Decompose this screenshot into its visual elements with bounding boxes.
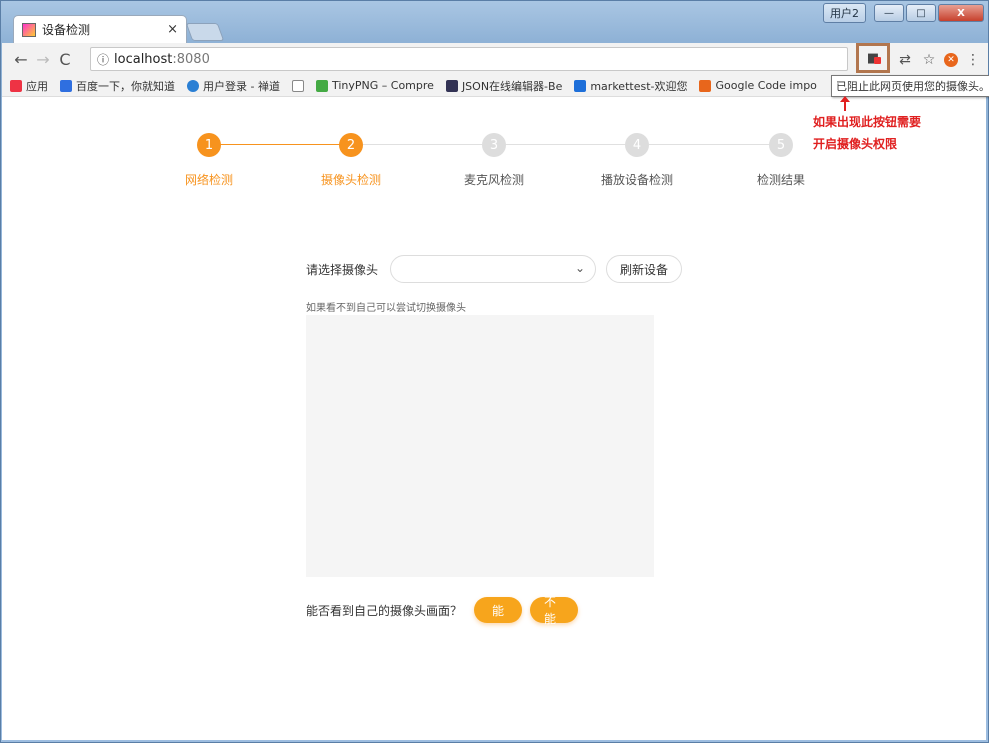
site-info-icon[interactable]: ⓘ [97, 51, 109, 68]
annotation-note: 如果出现此按钮需要 开启摄像头权限 [813, 111, 921, 155]
browser-toolbar: ← → C ⓘ localhost:8080 ■ ⇄ ☆ ✕ ⋮ [2, 43, 988, 75]
extension-icon[interactable]: ✕ [944, 53, 958, 67]
step-number: 2 [339, 133, 363, 157]
window-controls: 用户2 — □ X [823, 3, 984, 23]
menu-kebab-icon[interactable]: ⋮ [964, 52, 982, 68]
step-number: 4 [625, 133, 649, 157]
step-label: 播放设备检测 [600, 173, 673, 187]
step-playback: 4 播放设备检测 [577, 133, 697, 188]
new-tab-button[interactable] [185, 23, 225, 41]
page-icon [291, 79, 304, 92]
translate-icon[interactable]: ⇄ [896, 52, 914, 68]
switch-camera-hint: 如果看不到自己可以尝试切换摄像头 [306, 303, 466, 314]
camera-question: 能否看到自己的摄像头画面？ [306, 603, 463, 618]
no-button[interactable]: 不能 [530, 595, 579, 626]
step-label: 网络检测 [184, 173, 233, 187]
refresh-devices-button[interactable]: 刷新设备 [606, 255, 683, 283]
step-camera: 2 摄像头检测 [291, 133, 411, 188]
triangle-logo-icon [574, 79, 587, 92]
step-number: 1 [197, 133, 221, 157]
tab-favicon-icon [22, 22, 36, 37]
close-window-button[interactable]: X [938, 4, 984, 22]
star-bookmark-icon[interactable]: ☆ [920, 52, 938, 68]
minimize-button[interactable]: — [874, 4, 904, 22]
apps-grid-icon [10, 79, 22, 92]
bookmark-page[interactable] [291, 79, 304, 92]
camera-blocked-tooltip: 已阻止此网页使用您的摄像头。 [831, 75, 989, 97]
page-content: 1 网络检测 2 摄像头检测 3 麦克风检测 4 播放设备检测 5 检测结果 请… [2, 97, 986, 740]
step-label: 摄像头检测 [320, 173, 381, 187]
title-bar: 设备检测 × 用户2 — □ X [1, 1, 989, 43]
url-host: localhost [114, 51, 173, 67]
camera-confirm-row: 能否看到自己的摄像头画面？ 能 不能 [306, 595, 586, 626]
maximize-button[interactable]: □ [906, 4, 936, 22]
forward-arrow-icon[interactable]: → [32, 50, 54, 69]
bookmark-zentao[interactable]: 用户登录 - 禅道 [187, 78, 280, 94]
step-connector [351, 144, 781, 145]
panda-icon [315, 79, 328, 92]
bookmark-markettest[interactable]: markettest-欢迎您 [574, 78, 687, 94]
yes-button[interactable]: 能 [474, 597, 523, 623]
globe-icon [187, 79, 199, 92]
reload-icon[interactable]: C [54, 50, 76, 69]
step-label: 麦克风检测 [463, 173, 524, 187]
step-number: 3 [482, 133, 506, 157]
camera-blocked-icon[interactable]: ■ [856, 43, 890, 73]
profile-button[interactable]: 用户2 [823, 3, 866, 23]
annotation-line-1: 如果出现此按钮需要 [813, 115, 922, 129]
browser-window: 设备检测 × 用户2 — □ X ← → C ⓘ localhost:8080 … [0, 0, 989, 743]
step-number: 5 [769, 133, 793, 157]
gitlab-fox-icon [699, 79, 712, 92]
tab-title: 设备检测 [42, 23, 91, 37]
camera-select-label: 请选择摄像头 [306, 262, 379, 277]
bookmark-json-editor[interactable]: JSON在线编辑器-Be [445, 78, 562, 94]
code-brackets-icon [445, 79, 458, 92]
bookmark-apps[interactable]: 应用 [10, 78, 48, 94]
url-port: :8080 [172, 51, 210, 67]
bookmark-google-code[interactable]: Google Code impo [699, 79, 817, 92]
annotation-arrow-icon [840, 96, 850, 111]
tab-device-check[interactable]: 设备检测 × [13, 15, 187, 43]
address-bar[interactable]: ⓘ localhost:8080 [90, 47, 848, 71]
step-label: 检测结果 [756, 173, 805, 187]
bookmark-baidu[interactable]: 百度一下，你就知道 [60, 78, 175, 94]
bookmark-tinypng[interactable]: TinyPNG – Compre [315, 79, 434, 92]
step-microphone: 3 麦克风检测 [434, 133, 554, 188]
step-network: 1 网络检测 [149, 133, 269, 188]
chevron-down-icon: ⌄ [574, 261, 585, 275]
tab-close-icon[interactable]: × [167, 22, 178, 37]
camera-select-row: 请选择摄像头 ⌄ 刷新设备 [306, 255, 683, 283]
camera-preview [306, 315, 654, 577]
back-arrow-icon[interactable]: ← [10, 50, 32, 69]
annotation-line-2: 开启摄像头权限 [813, 137, 898, 151]
baidu-paw-icon [60, 79, 72, 92]
camera-select[interactable]: ⌄ [390, 255, 596, 283]
